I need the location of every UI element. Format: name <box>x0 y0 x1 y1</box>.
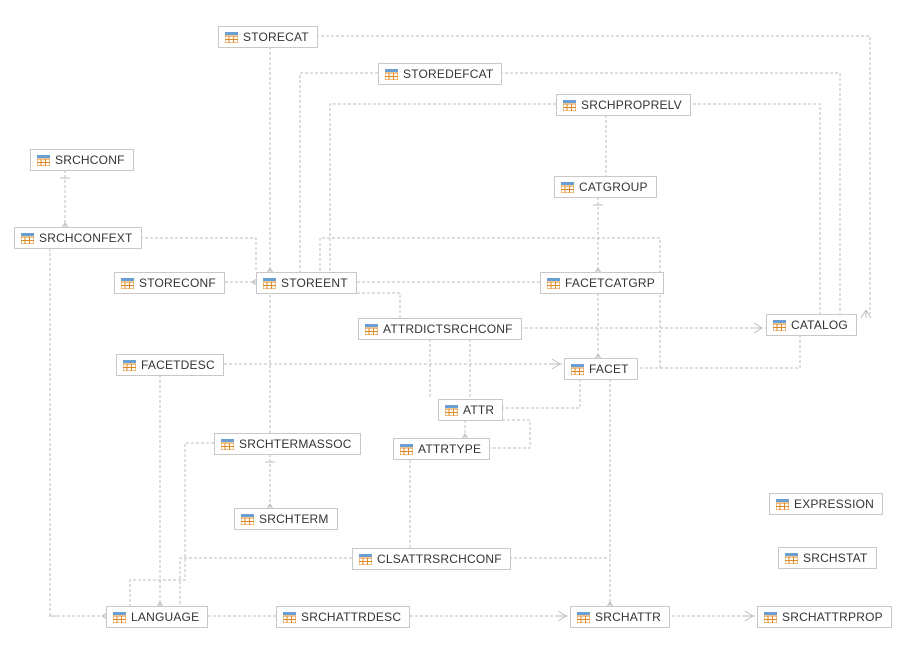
entity-attrtype[interactable]: ATTRTYPE <box>393 438 490 460</box>
table-icon <box>577 612 590 623</box>
entity-srchtermassoc[interactable]: SRCHTERMASSOC <box>214 433 361 455</box>
table-icon <box>121 278 134 289</box>
entity-label: ATTRTYPE <box>418 442 481 456</box>
table-icon <box>221 439 234 450</box>
table-icon <box>563 100 576 111</box>
entity-clsattrsrchconf[interactable]: CLSATTRSRCHCONF <box>352 548 511 570</box>
table-icon <box>776 499 789 510</box>
entity-label: FACETCATGRP <box>565 276 655 290</box>
entity-srchconfext[interactable]: SRCHCONFEXT <box>14 227 142 249</box>
table-icon <box>561 182 574 193</box>
table-icon <box>113 612 126 623</box>
table-icon <box>365 324 378 335</box>
entity-label: STOREDEFCAT <box>403 67 493 81</box>
entity-srchattr[interactable]: SRCHATTR <box>570 606 670 628</box>
entity-facetcatgrp[interactable]: FACETCATGRP <box>540 272 664 294</box>
entity-label: FACETDESC <box>141 358 215 372</box>
entity-attrdictsrchconf[interactable]: ATTRDICTSRCHCONF <box>358 318 522 340</box>
entity-label: STOREENT <box>281 276 348 290</box>
entity-srchconf[interactable]: SRCHCONF <box>30 149 134 171</box>
entity-storecat[interactable]: STORECAT <box>218 26 318 48</box>
table-icon <box>571 364 584 375</box>
entity-catgroup[interactable]: CATGROUP <box>554 176 657 198</box>
entity-label: LANGUAGE <box>131 610 199 624</box>
entity-label: SRCHTERM <box>259 512 329 526</box>
entity-srchstat[interactable]: SRCHSTAT <box>778 547 877 569</box>
table-icon <box>37 155 50 166</box>
table-icon <box>225 32 238 43</box>
entity-srchterm[interactable]: SRCHTERM <box>234 508 338 530</box>
entity-srchattrdesc[interactable]: SRCHATTRDESC <box>276 606 410 628</box>
entity-label: CATGROUP <box>579 180 648 194</box>
table-icon <box>785 553 798 564</box>
entity-attr[interactable]: ATTR <box>438 399 503 421</box>
entity-label: SRCHCONFEXT <box>39 231 133 245</box>
entity-storedefcat[interactable]: STOREDEFCAT <box>378 63 502 85</box>
entity-label: SRCHATTR <box>595 610 661 624</box>
entity-label: ATTRDICTSRCHCONF <box>383 322 513 336</box>
table-icon <box>263 278 276 289</box>
entity-catalog[interactable]: CATALOG <box>766 314 857 336</box>
entity-language[interactable]: LANGUAGE <box>106 606 208 628</box>
entity-label: ATTR <box>463 403 494 417</box>
entity-srchproprelv[interactable]: SRCHPROPRELV <box>556 94 691 116</box>
table-icon <box>241 514 254 525</box>
table-icon <box>21 233 34 244</box>
entity-label: SRCHCONF <box>55 153 125 167</box>
entity-label: EXPRESSION <box>794 497 874 511</box>
entity-label: SRCHATTRPROP <box>782 610 883 624</box>
entity-label: SRCHSTAT <box>803 551 868 565</box>
entity-label: STORECAT <box>243 30 309 44</box>
entity-facet[interactable]: FACET <box>564 358 638 380</box>
table-icon <box>385 69 398 80</box>
table-icon <box>359 554 372 565</box>
table-icon <box>547 278 560 289</box>
table-icon <box>123 360 136 371</box>
table-icon <box>445 405 458 416</box>
entity-expression[interactable]: EXPRESSION <box>769 493 883 515</box>
table-icon <box>764 612 777 623</box>
entity-storeent[interactable]: STOREENT <box>256 272 357 294</box>
entity-label: SRCHPROPRELV <box>581 98 682 112</box>
er-diagram-canvas: STORECAT STOREDEFCAT SRCHPROPRELV SRCHCO… <box>0 0 903 659</box>
table-icon <box>400 444 413 455</box>
entity-storeconf[interactable]: STORECONF <box>114 272 225 294</box>
entity-srchattrprop[interactable]: SRCHATTRPROP <box>757 606 892 628</box>
entity-label: CLSATTRSRCHCONF <box>377 552 502 566</box>
entity-facetdesc[interactable]: FACETDESC <box>116 354 224 376</box>
table-icon <box>283 612 296 623</box>
table-icon <box>773 320 786 331</box>
entity-label: CATALOG <box>791 318 848 332</box>
entity-label: FACET <box>589 362 629 376</box>
entity-label: STORECONF <box>139 276 216 290</box>
entity-label: SRCHTERMASSOC <box>239 437 352 451</box>
entity-label: SRCHATTRDESC <box>301 610 401 624</box>
